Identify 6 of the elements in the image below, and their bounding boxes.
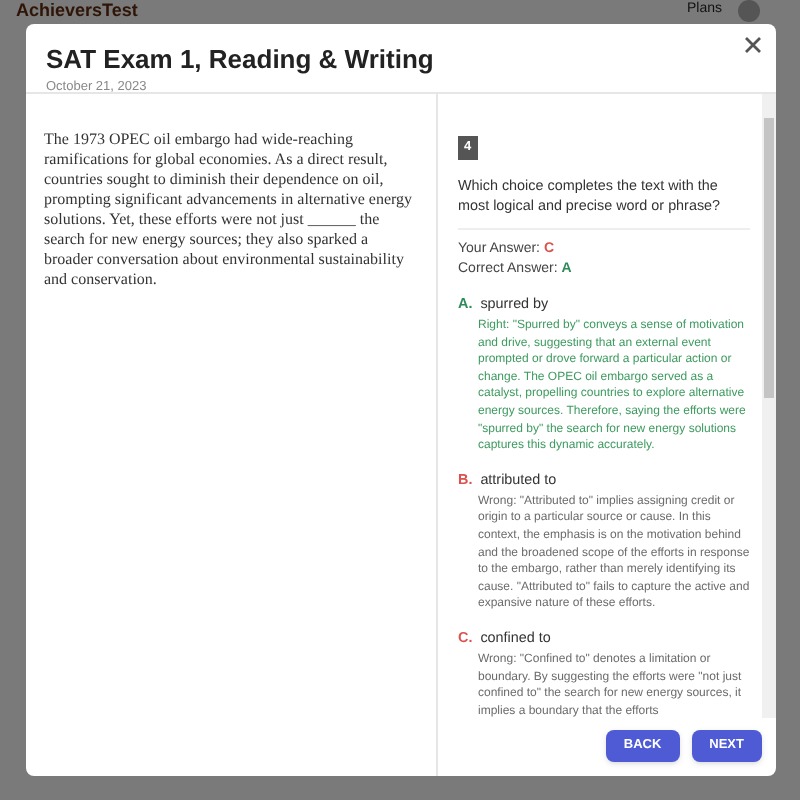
reading-passage: The 1973 OPEC oil embargo had wide-reaching ramifications for global economies. As a direct result, countries sought to diminish their dependence on oil, prompting significant advancements in alternative energy solutions. Yet, these efforts were not just ______ the search for new energy sources; they also sparked a broader conversation about environmental sustainability and conservation.	[44, 130, 415, 290]
dialog-title: SAT Exam 1, Reading & Writing	[46, 44, 436, 74]
logo[interactable]: AchieversTest	[16, 0, 138, 22]
scrollbar[interactable]	[762, 94, 776, 718]
close-icon[interactable]	[744, 36, 762, 54]
avatar-icon[interactable]	[738, 0, 760, 22]
